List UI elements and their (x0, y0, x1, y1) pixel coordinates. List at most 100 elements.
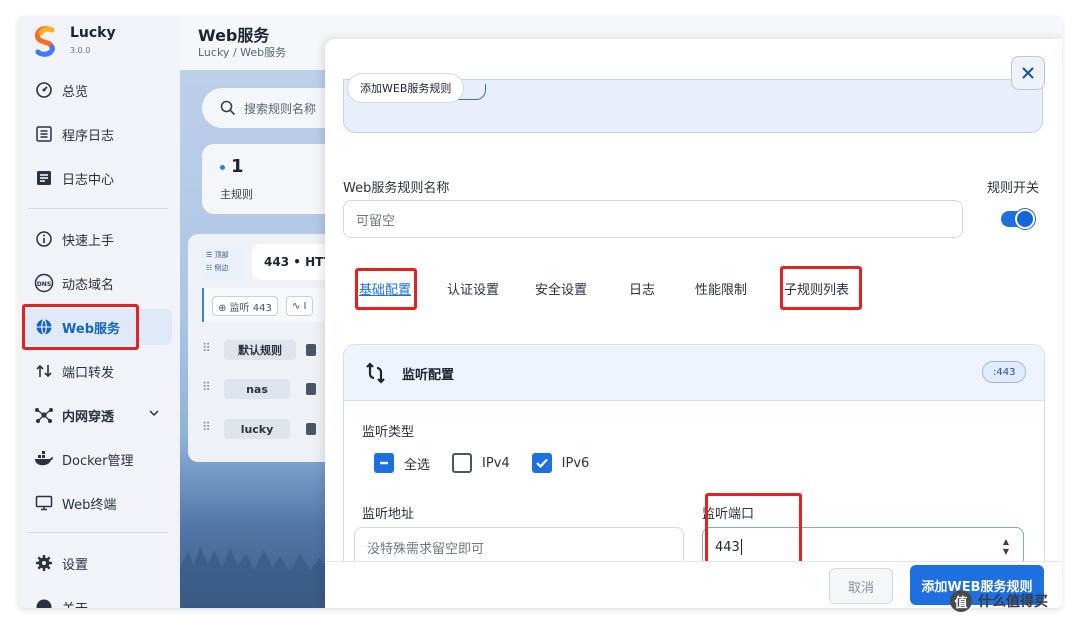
app-version: 3.0.0 (70, 46, 91, 55)
document-icon[interactable] (306, 383, 316, 395)
gear-icon (34, 553, 54, 573)
sidebar-item-web-service[interactable]: Web服务 (22, 309, 172, 345)
sidebar-item-label: Web终端 (62, 497, 117, 513)
list-item[interactable]: ⠿ 默认规则 (202, 338, 340, 364)
stepper-down-icon[interactable]: ▼ (1001, 547, 1011, 557)
view-toggle[interactable]: ☰ 顶部 ☷ 侧边 (202, 246, 244, 280)
listen-port-value: 443 (715, 539, 740, 555)
lucky-logo (34, 26, 55, 57)
tab-performance[interactable]: 性能限制 (695, 279, 747, 298)
option-label: IPv4 (482, 455, 510, 471)
sidebar-item-label: Web服务 (62, 321, 120, 337)
sidebar-item-label: 动态域名 (62, 277, 115, 293)
sidebar-item-quick-start[interactable]: 快速上手 (22, 221, 172, 257)
document-icon[interactable] (306, 344, 316, 356)
ipv6-checkbox[interactable]: IPv6 (531, 453, 590, 473)
rule-switch[interactable] (1001, 209, 1035, 229)
text-cursor (740, 539, 742, 555)
listen-address-placeholder: 没特殊需求留空即可 (367, 541, 485, 557)
divider (28, 208, 168, 209)
sidebar-item-docker[interactable]: Docker管理 (22, 441, 172, 477)
globe-icon (34, 317, 54, 337)
rule-name: nas (224, 379, 290, 399)
tab-subrules[interactable]: 子规则列表 (784, 279, 849, 298)
forest-decoration (180, 546, 340, 608)
watermark: 值 什么值得买 (950, 590, 1048, 612)
rules-card: ☰ 顶部 ☷ 侧边 443 • HTTPS ⊕ 监听 443 ∿ I ⠿ 默认规… (188, 234, 340, 462)
sidebar-item-label: 关于 (62, 598, 88, 609)
option-label: IPv6 (561, 455, 590, 471)
sidebar-item-ddns[interactable]: DNS 动态域名 (22, 265, 172, 301)
rule-name-input[interactable]: 可留空 (343, 200, 963, 238)
indeterminate-icon (374, 453, 394, 473)
about-icon (34, 597, 54, 608)
info-icon (34, 229, 54, 249)
status-chip: ∿ I (286, 296, 313, 316)
drag-handle-icon[interactable]: ⠿ (202, 420, 211, 434)
sidebar-item-about[interactable]: 关于 (22, 589, 172, 608)
select-all-checkbox[interactable]: 全选 (374, 453, 430, 473)
rule-name-label: Web服务规则名称 (343, 181, 450, 196)
list-item[interactable]: ⠿ nas (202, 377, 340, 403)
rule-name-placeholder: 可留空 (356, 213, 396, 229)
breadcrumb: Lucky / Web服务 (198, 46, 287, 59)
listen-port-label: 监听端口 (702, 507, 755, 522)
port-badge: :443 (982, 361, 1027, 383)
stepper-up-icon[interactable]: ▲ (1001, 537, 1011, 547)
view-top-button[interactable]: ☰ 顶部 (206, 249, 240, 262)
search-input[interactable]: 搜索规则名称 (202, 88, 340, 128)
option-label: 全选 (404, 457, 431, 473)
tab-security[interactable]: 安全设置 (535, 279, 587, 298)
sidebar-item-label: Docker管理 (62, 453, 134, 469)
sidebar-item-port-forward[interactable]: 端口转发 (22, 353, 172, 389)
page-title: Web服务 (198, 26, 270, 45)
close-icon (1022, 67, 1034, 79)
log-icon (34, 124, 54, 144)
search-placeholder: 搜索规则名称 (244, 101, 317, 116)
tab-basic[interactable]: 基础配置 (359, 279, 411, 298)
terminal-icon (34, 493, 54, 513)
section-title: 监听配置 (402, 368, 455, 383)
sidebar-item-program-log[interactable]: 程序日志 (22, 116, 172, 152)
watermark-text: 什么值得买 (978, 594, 1048, 610)
network-icon (34, 405, 54, 425)
close-button[interactable] (1011, 56, 1045, 90)
port-stepper[interactable]: ▲ ▼ (1001, 537, 1011, 557)
sidebar-item-label: 端口转发 (62, 365, 115, 381)
listen-icon (364, 361, 388, 389)
listen-address-label: 监听地址 (362, 507, 415, 522)
sidebar: Lucky 3.0.0 总览 程序日志 日志中心 快速上手 DNS 动态域名 W… (18, 16, 180, 608)
chevron-down-icon (148, 407, 160, 423)
document-icon[interactable] (306, 423, 316, 435)
watermark-logo: 值 (950, 590, 972, 612)
drag-handle-icon[interactable]: ⠿ (202, 341, 211, 355)
drag-handle-icon[interactable]: ⠿ (202, 380, 211, 394)
dialog-title: 添加WEB服务规则 (347, 73, 465, 103)
sidebar-item-log-center[interactable]: 日志中心 (22, 160, 172, 196)
sidebar-item-overview[interactable]: 总览 (22, 72, 172, 108)
list-item[interactable]: ⠿ lucky (202, 417, 340, 443)
section-header: 监听配置 :443 (344, 345, 1044, 401)
dns-icon: DNS (34, 273, 54, 293)
cancel-button[interactable]: 取消 (829, 568, 893, 604)
view-side-button[interactable]: ☷ 侧边 (206, 262, 240, 275)
stat-label: 主规则 (220, 188, 253, 201)
status-dot (220, 164, 225, 170)
docker-icon (34, 449, 54, 469)
unchecked-icon (452, 453, 473, 473)
switch-knob (1015, 209, 1035, 229)
sidebar-item-intranet[interactable]: 内网穿透 (22, 397, 172, 433)
checkmark-icon (531, 453, 552, 473)
sidebar-item-label: 日志中心 (62, 172, 115, 188)
port-forward-icon (34, 361, 54, 381)
search-icon (220, 100, 236, 116)
rule-name: 默认规则 (224, 340, 296, 360)
tab-log[interactable]: 日志 (629, 279, 655, 298)
tab-auth[interactable]: 认证设置 (447, 279, 499, 298)
add-rule-dialog: 添加WEB服务规则 Web服务规则名称 可留空 规则开关 基础配置 认证设置 安… (325, 39, 1062, 608)
stat-value: 1 (220, 156, 244, 177)
stat-card: 1 主规则 (202, 144, 340, 214)
sidebar-item-settings[interactable]: 设置 (22, 545, 172, 581)
sidebar-item-web-terminal[interactable]: Web终端 (22, 485, 172, 521)
ipv4-checkbox[interactable]: IPv4 (452, 453, 510, 473)
